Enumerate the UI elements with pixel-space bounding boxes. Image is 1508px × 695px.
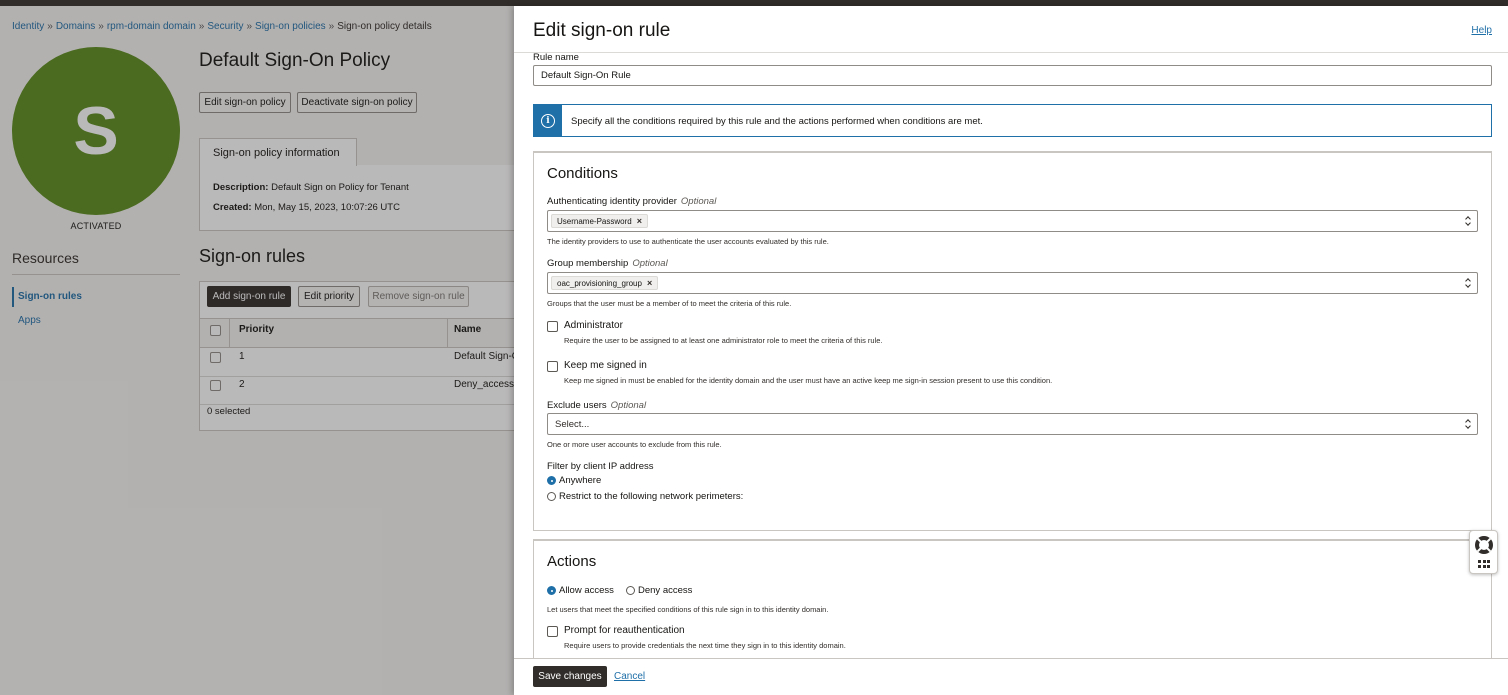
optional-tag: Optional xyxy=(681,196,716,207)
idp-label: Authenticating identity provider Optional xyxy=(547,196,716,207)
idp-label-text: Authenticating identity provider xyxy=(547,196,677,207)
select-updown-icon[interactable] xyxy=(1464,276,1472,290)
ip-filter-label: Filter by client IP address xyxy=(547,461,653,472)
cancel-link[interactable]: Cancel xyxy=(614,671,645,682)
banner-icon-box: i xyxy=(534,105,562,136)
administrator-hint: Require the user to be assigned to at le… xyxy=(564,336,883,345)
group-hint: Groups that the user must be a member of… xyxy=(547,299,791,308)
help-link[interactable]: Help xyxy=(1471,25,1492,36)
footer-divider xyxy=(514,658,1508,659)
ip-anywhere-label: Anywhere xyxy=(559,475,601,486)
group-select[interactable]: oac_provisioning_group × xyxy=(547,272,1478,294)
idp-hint: The identity providers to use to authent… xyxy=(547,237,829,246)
info-icon: i xyxy=(541,114,555,128)
allow-access-radio[interactable] xyxy=(547,586,556,595)
chip-remove-icon[interactable]: × xyxy=(647,278,652,288)
exclude-users-placeholder: Select... xyxy=(555,419,589,430)
conditions-section: Conditions Authenticating identity provi… xyxy=(533,151,1492,531)
drawer-scroll-area[interactable]: Rule name Default Sign-On Rule i Specify… xyxy=(514,53,1508,658)
banner-text: Specify all the conditions required by t… xyxy=(571,116,983,127)
idp-chip-label: Username-Password xyxy=(557,217,632,226)
apps-grid-icon[interactable] xyxy=(1478,560,1490,568)
group-label-text: Group membership xyxy=(547,258,628,269)
reauthentication-checkbox[interactable] xyxy=(547,626,558,637)
edit-sign-on-rule-drawer: Edit sign-on rule Help Rule name Default… xyxy=(514,6,1508,695)
ip-restrict-label: Restrict to the following network perime… xyxy=(559,491,743,502)
administrator-checkbox[interactable] xyxy=(547,321,558,332)
save-changes-button[interactable]: Save changes xyxy=(533,666,607,687)
help-widget[interactable] xyxy=(1469,530,1498,574)
rule-name-label: Rule name xyxy=(533,53,579,63)
exclude-users-hint: One or more user accounts to exclude fro… xyxy=(547,440,722,449)
actions-section: Actions Allow access Deny access Let use… xyxy=(533,539,1492,658)
exclude-users-label-text: Exclude users xyxy=(547,400,607,411)
drawer-title: Edit sign-on rule xyxy=(533,20,670,42)
reauthentication-hint: Require users to provide credentials the… xyxy=(564,641,846,650)
exclude-users-label: Exclude users Optional xyxy=(547,400,646,411)
ip-anywhere-radio[interactable] xyxy=(547,476,556,485)
select-updown-icon[interactable] xyxy=(1464,214,1472,228)
deny-access-radio[interactable] xyxy=(626,586,635,595)
keep-me-signed-in-label: Keep me signed in xyxy=(564,360,647,371)
administrator-label: Administrator xyxy=(564,320,623,331)
select-updown-icon[interactable] xyxy=(1464,417,1472,431)
exclude-users-select[interactable]: Select... xyxy=(547,413,1478,435)
actions-title: Actions xyxy=(547,553,596,570)
access-hint: Let users that meet the specified condit… xyxy=(547,605,828,614)
conditions-title: Conditions xyxy=(547,165,618,182)
info-banner: i Specify all the conditions required by… xyxy=(533,104,1492,137)
optional-tag: Optional xyxy=(632,258,667,269)
deny-access-label: Deny access xyxy=(638,585,692,596)
group-label: Group membership Optional xyxy=(547,258,668,269)
keep-me-signed-in-checkbox[interactable] xyxy=(547,361,558,372)
group-chip: oac_provisioning_group × xyxy=(551,276,658,290)
optional-tag: Optional xyxy=(611,400,646,411)
group-chip-label: oac_provisioning_group xyxy=(557,279,642,288)
rule-name-input[interactable]: Default Sign-On Rule xyxy=(533,65,1492,86)
idp-chip: Username-Password × xyxy=(551,214,648,228)
lifebuoy-icon[interactable] xyxy=(1475,536,1493,554)
idp-select[interactable]: Username-Password × xyxy=(547,210,1478,232)
allow-access-label: Allow access xyxy=(559,585,614,596)
keep-me-signed-in-hint: Keep me signed in must be enabled for th… xyxy=(564,376,1052,385)
modal-overlay[interactable] xyxy=(0,6,514,695)
chip-remove-icon[interactable]: × xyxy=(637,216,642,226)
reauthentication-label: Prompt for reauthentication xyxy=(564,625,685,636)
ip-restrict-radio[interactable] xyxy=(547,492,556,501)
